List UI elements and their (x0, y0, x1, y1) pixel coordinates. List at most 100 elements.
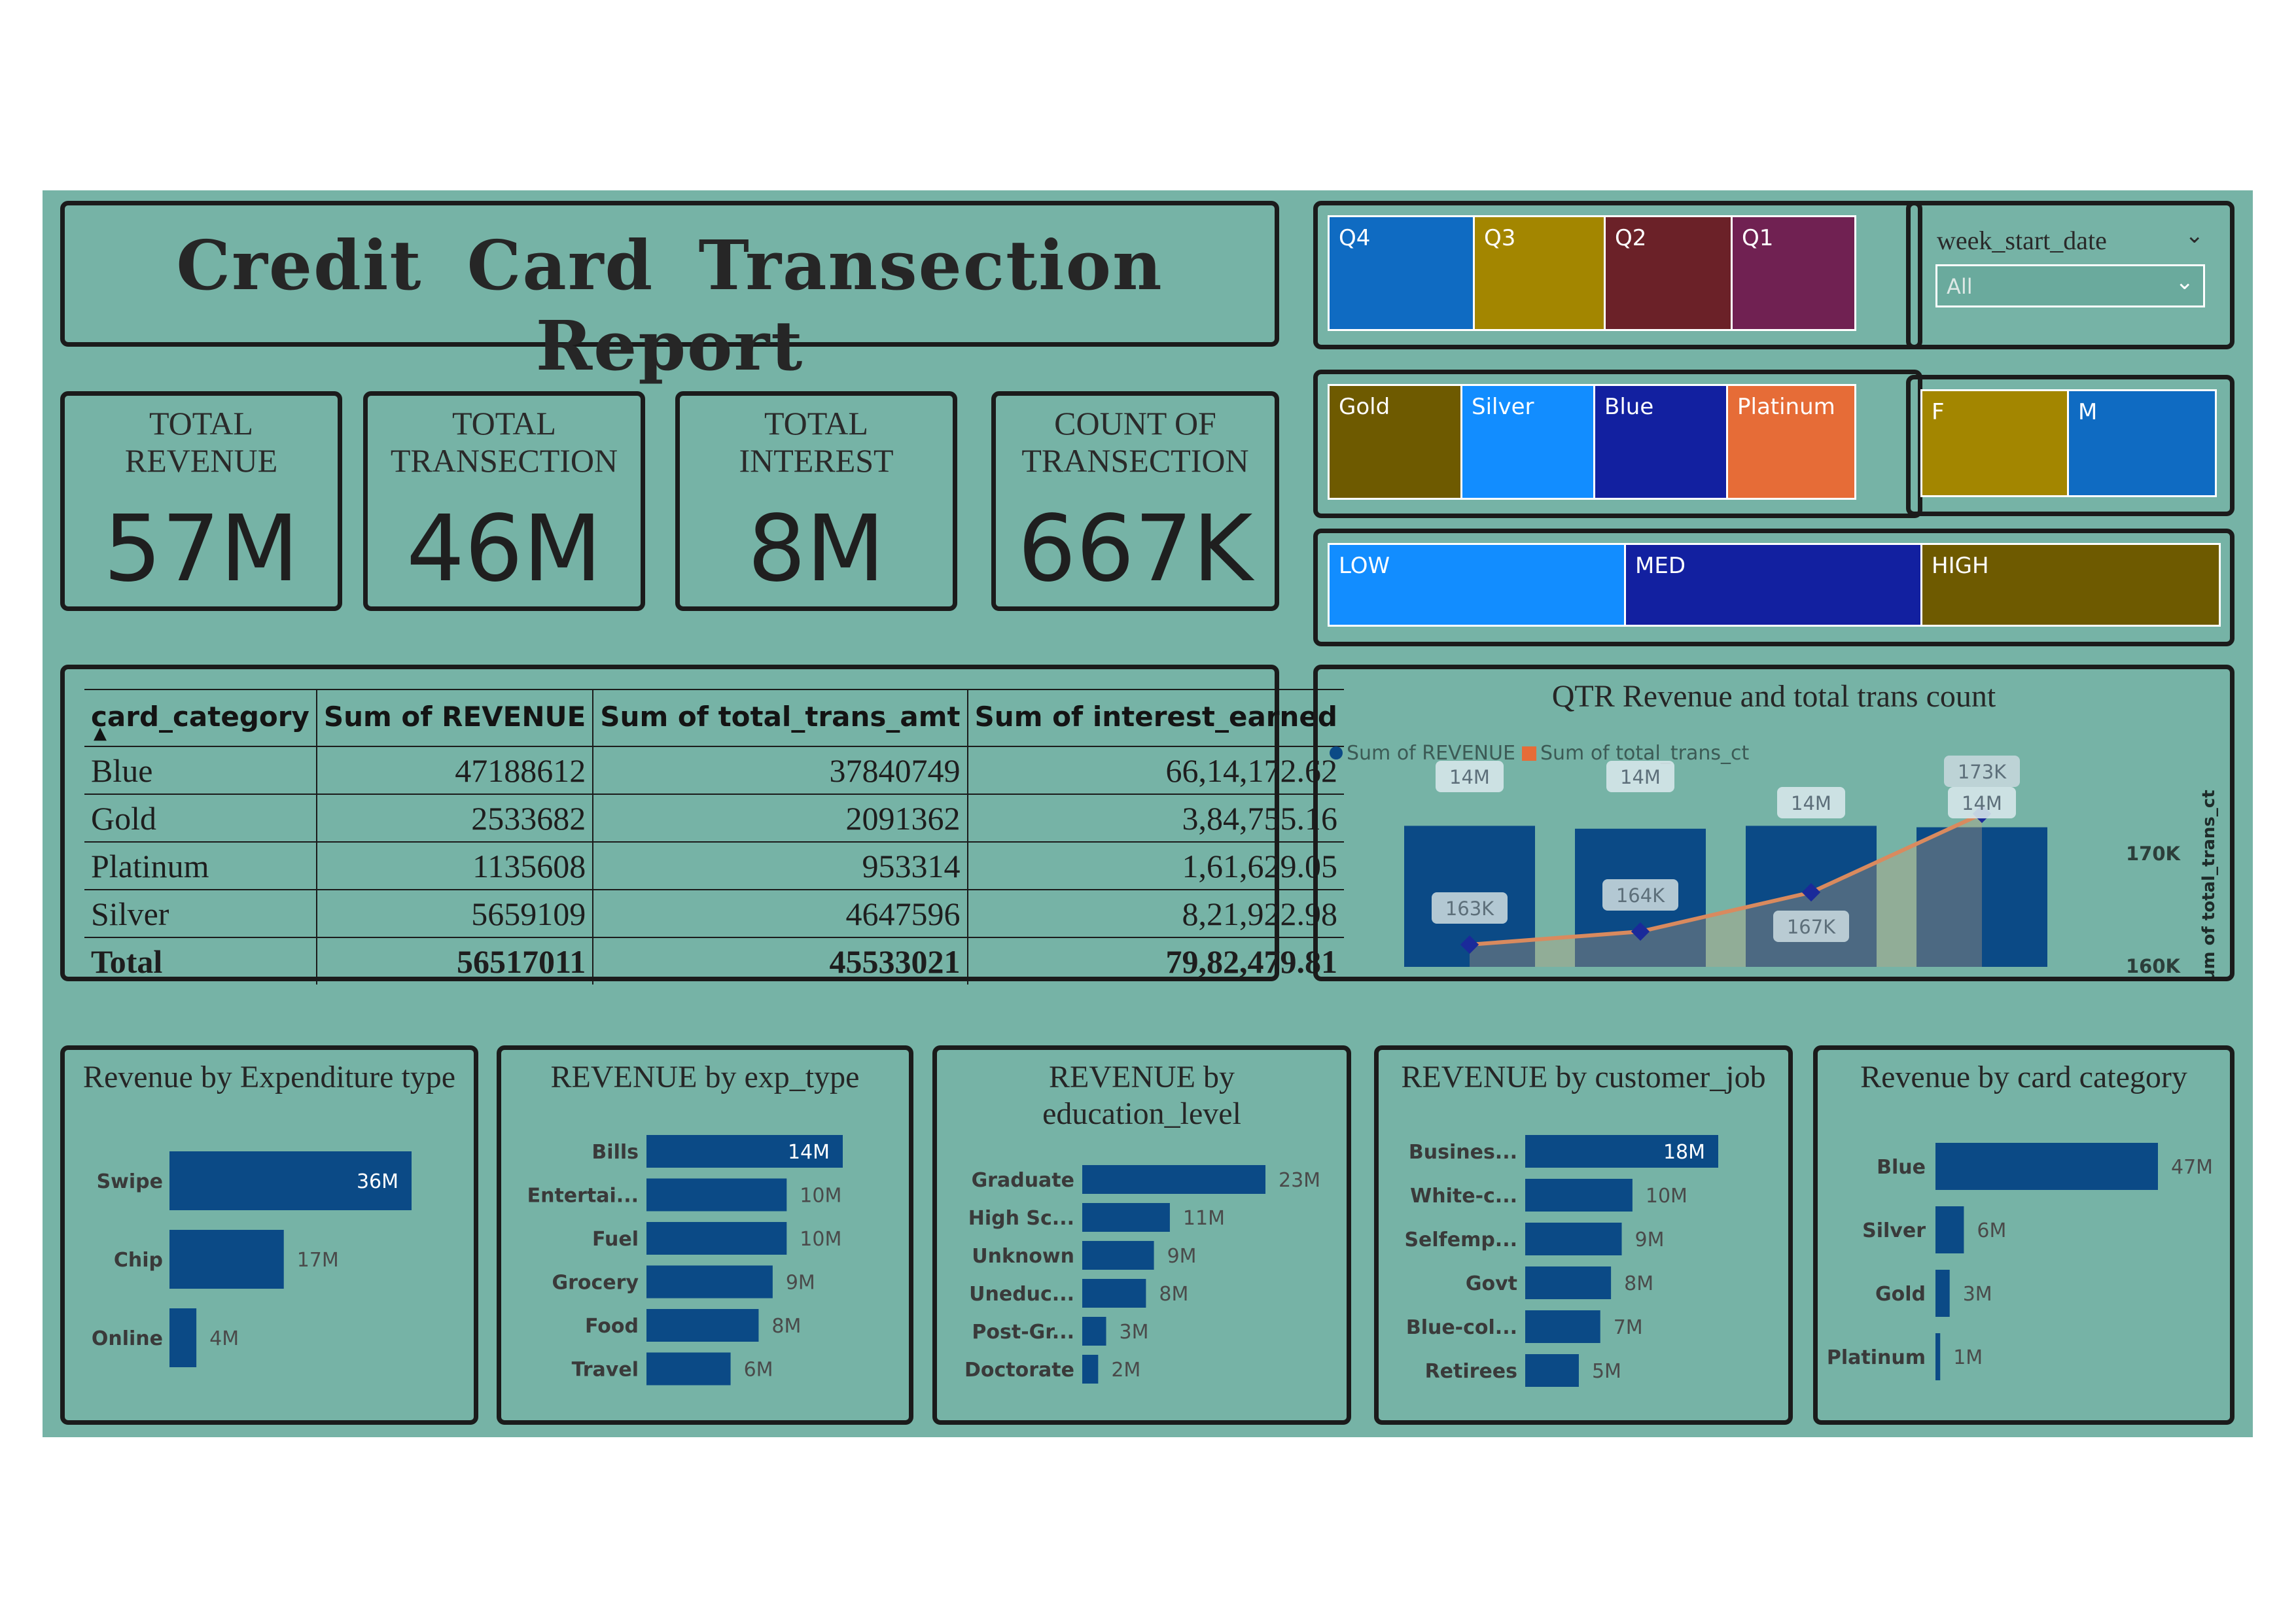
bar[interactable] (1082, 1279, 1146, 1308)
slicer-tile-silver[interactable]: Silver (1462, 386, 1595, 498)
bar[interactable] (1525, 1354, 1579, 1387)
revenue-data-label: 14M (1620, 766, 1661, 788)
slicer-tile-m[interactable]: M (2069, 391, 2215, 495)
bar[interactable] (169, 1230, 284, 1289)
y2-tick-label: 170K (2126, 843, 2181, 865)
bar[interactable] (1525, 1266, 1612, 1299)
data-label: 9M (1167, 1245, 1197, 1268)
gender-slicer: F M (1906, 375, 2234, 516)
revenue-data-label: 14M (1791, 792, 1831, 814)
category-label: White-c... (1410, 1185, 1517, 1208)
data-label: 9M (1635, 1229, 1665, 1251)
legend-marker-revenue (1330, 746, 1343, 759)
chevron-down-icon[interactable]: ⌄ (2185, 222, 2204, 249)
trans-ct-data-label: 173K (1958, 761, 2007, 783)
category-label: Busines... (1409, 1141, 1517, 1164)
category-label: Bills (592, 1141, 639, 1164)
bar[interactable] (646, 1222, 787, 1255)
slicer-tile-gold[interactable]: Gold (1330, 386, 1462, 498)
bar[interactable] (1082, 1317, 1106, 1346)
category-label: Platinum (1827, 1346, 1926, 1369)
x-tick-label: Q2 (1625, 975, 1655, 977)
bar[interactable] (1935, 1143, 2158, 1190)
slicer-tile-med[interactable]: MED (1626, 545, 1922, 625)
slicer-tile-low[interactable]: LOW (1330, 545, 1626, 625)
y2-axis-label: Sum of total_trans_ct (2199, 790, 2219, 977)
column-header-sum-of-revenue[interactable]: Sum of REVENUE (316, 689, 594, 747)
kpi-label: TOTAL TRANSECTION (390, 405, 618, 479)
data-label: 5M (1592, 1360, 1621, 1383)
data-label: 3M (1120, 1321, 1149, 1344)
week-dropdown[interactable]: All ⌄ (1935, 264, 2205, 307)
column-header-sum-of-total-trans-amt[interactable]: Sum of total_trans_amt (593, 689, 968, 747)
card-tiles: Gold Silver Blue Platinum (1328, 384, 1856, 500)
data-label: 4M (209, 1327, 239, 1350)
bar[interactable] (646, 1265, 773, 1299)
slicer-tile-q1[interactable]: Q1 (1733, 217, 1854, 329)
slicer-title: week_start_date (1937, 226, 2107, 255)
category-label: Silver (1862, 1219, 1926, 1242)
category-label: Travel (572, 1359, 639, 1382)
x-tick-label: Q1 (1455, 975, 1485, 977)
data-label: 3M (1963, 1283, 1992, 1306)
slicer-tile-high[interactable]: HIGH (1922, 545, 2219, 625)
slicer-tile-platinum[interactable]: Platinum (1728, 386, 1854, 498)
slicer-tile-q2[interactable]: Q2 (1606, 217, 1733, 329)
bar[interactable] (1525, 1310, 1600, 1343)
gender-tiles: F M (1920, 389, 2217, 497)
category-label: Retirees (1425, 1360, 1517, 1383)
expenditure-type-chart: Swipe 36M Chip 17M Online 4M (92, 1151, 412, 1367)
data-label: 36M (357, 1170, 398, 1193)
slicer-tile-blue[interactable]: Blue (1595, 386, 1728, 498)
bar[interactable] (1935, 1333, 1941, 1380)
bar[interactable] (1082, 1165, 1265, 1194)
week-start-date-slicer: week_start_date ⌄ All ⌄ (1906, 201, 2234, 349)
income-tiles: LOW MED HIGH (1328, 543, 2221, 627)
table-row: Silver 5659109 4647596 8,21,922.98 (84, 890, 1344, 938)
card-category-table: card_category ▲ Sum of REVENUE Sum of to… (84, 689, 1344, 985)
bar[interactable] (1935, 1206, 1964, 1253)
table-total-row: Total 56517011 45533021 79,82,479.81 (84, 937, 1344, 985)
category-label: Food (585, 1315, 639, 1338)
bar[interactable] (646, 1178, 787, 1212)
data-label: 11M (1183, 1207, 1225, 1230)
chevron-down-icon: ⌄ (2175, 269, 2195, 295)
slicer-tile-q3[interactable]: Q3 (1475, 217, 1606, 329)
slicer-tile-f[interactable]: F (1922, 391, 2069, 495)
column-header-card-category[interactable]: card_category ▲ (84, 689, 317, 747)
bar[interactable] (1082, 1203, 1170, 1232)
bar[interactable] (1525, 1223, 1622, 1255)
bar[interactable] (646, 1309, 759, 1342)
bar[interactable] (1082, 1241, 1154, 1270)
category-label: Govt (1466, 1272, 1517, 1295)
revenue-data-label: 14M (1449, 766, 1490, 788)
bar[interactable] (1935, 1270, 1950, 1317)
bar[interactable] (169, 1308, 197, 1367)
dashboard: Credit Card Transection Report TOTAL REV… (43, 190, 2253, 1437)
bar[interactable] (646, 1352, 731, 1386)
column-header-sum-of-interest-earned[interactable]: Sum of interest_earned (967, 689, 1344, 747)
quarter-slicer: Q4 Q3 Q2 Q1 (1313, 201, 1922, 349)
kpi-label: TOTAL INTEREST (739, 405, 894, 479)
kpi-total-revenue: TOTAL REVENUE 57M (60, 391, 342, 611)
data-label: 2M (1111, 1359, 1140, 1382)
slicer-tile-q4[interactable]: Q4 (1330, 217, 1475, 329)
data-label: 18M (1663, 1141, 1705, 1164)
y2-tick-label: 160K (2126, 955, 2181, 977)
data-label: 47M (2171, 1156, 2213, 1179)
bar[interactable] (1082, 1355, 1099, 1384)
category-label: Unknown (972, 1245, 1074, 1268)
kpi-value: 667K (1017, 496, 1253, 602)
x-tick-label: Q4 (1967, 975, 1997, 977)
data-label: 8M (1624, 1272, 1653, 1295)
category-label: Blue-col... (1406, 1316, 1517, 1339)
dropdown-value: All (1947, 274, 1973, 299)
data-label: 6M (1977, 1219, 2006, 1242)
kpi-total-transection: TOTAL TRANSECTION 46M (363, 391, 645, 611)
kpi-label: COUNT OF TRANSECTION (1021, 405, 1249, 479)
category-label: Gold (1875, 1283, 1926, 1306)
income-slicer: LOW MED HIGH (1313, 529, 2234, 646)
table-row: Blue 47188612 37840749 66,14,172.62 (84, 746, 1344, 795)
category-label: Grocery (552, 1272, 639, 1295)
bar[interactable] (1525, 1179, 1633, 1212)
